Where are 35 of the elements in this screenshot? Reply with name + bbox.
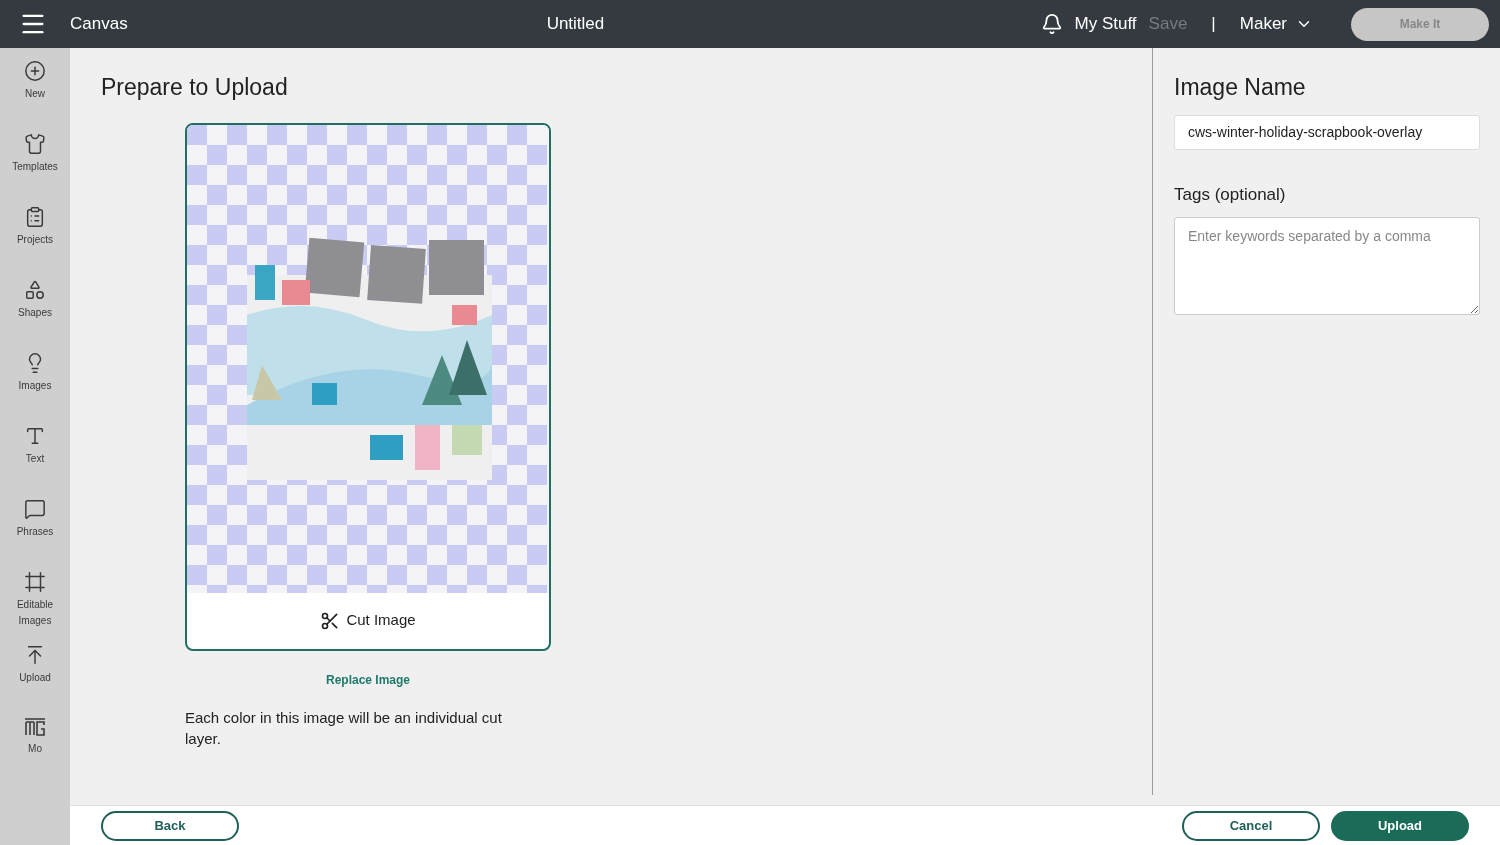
- frame-icon: [24, 571, 46, 593]
- sidebar-item[interactable]: Shapes: [1, 279, 69, 346]
- shirt-icon: [24, 133, 46, 155]
- bell-icon[interactable]: [1040, 13, 1063, 35]
- letter-icon: [24, 425, 46, 447]
- cut-image-option[interactable]: Cut Image: [187, 592, 549, 649]
- app-title: Canvas: [70, 13, 128, 36]
- tags-label: Tags (optional): [1174, 183, 1287, 206]
- page-title: Prepare to Upload: [101, 73, 289, 102]
- sidebar-item[interactable]: New: [1, 60, 69, 127]
- image-name-field[interactable]: cws-winter-holiday-scrapbook-overlay: [1174, 114, 1480, 150]
- tags-field[interactable]: Enter keywords separated by a comma: [1174, 217, 1480, 315]
- sidebar-item[interactable]: Projects: [1, 206, 69, 273]
- back-button[interactable]: Back: [101, 810, 239, 841]
- plus-circle-icon: [24, 60, 46, 82]
- clipboard-icon: [24, 206, 46, 228]
- speech-bubble-icon: [24, 498, 46, 520]
- upload-button[interactable]: Upload: [1331, 810, 1469, 841]
- sidebar-item[interactable]: Editable Images: [1, 571, 69, 638]
- cancel-button[interactable]: Cancel: [1182, 810, 1320, 841]
- sidebar-item[interactable]: Text: [1, 425, 69, 492]
- document-title: Untitled: [546, 13, 605, 36]
- sidebar-item[interactable]: Templates: [1, 133, 69, 200]
- cut-layer-note: Each color in this image will be an individual cut layer.: [185, 707, 503, 749]
- sidebar-item[interactable]: Phrases: [1, 498, 69, 565]
- sidebar-item[interactable]: Mo: [1, 717, 69, 784]
- replace-image-link[interactable]: Replace Image: [325, 670, 410, 689]
- shapes-icon: [24, 279, 46, 301]
- machine-dropdown[interactable]: Maker: [1239, 11, 1313, 37]
- separator: |: [1211, 13, 1216, 36]
- sidebar-item[interactable]: Images: [1, 352, 69, 419]
- monogram-icon: [24, 717, 46, 737]
- my-stuff-link[interactable]: My Stuff: [1074, 11, 1137, 37]
- sidebar-item[interactable]: Upload: [1, 644, 69, 711]
- image-name-label: Image Name: [1174, 73, 1307, 102]
